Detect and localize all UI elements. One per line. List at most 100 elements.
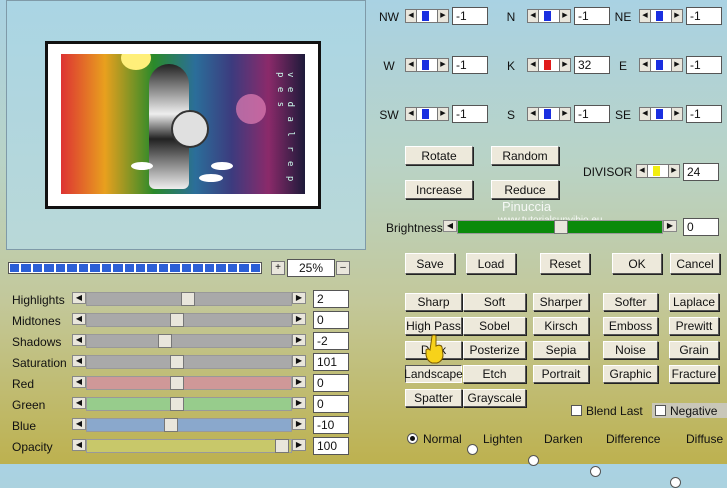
slider-thumb[interactable]: [170, 313, 184, 327]
adjust-value-field[interactable]: 101: [313, 353, 349, 371]
rotate-button[interactable]: Rotate: [405, 146, 473, 165]
arrow-left-icon[interactable]: ◀: [72, 418, 86, 430]
preset-button[interactable]: Sharper: [533, 293, 589, 311]
arrow-right-icon[interactable]: ▶: [437, 107, 449, 121]
kernel-slider[interactable]: ◀ ▶: [405, 9, 449, 23]
kernel-value-field[interactable]: -1: [452, 7, 488, 25]
kernel-value-field[interactable]: -1: [686, 56, 722, 74]
arrow-right-icon[interactable]: ▶: [559, 107, 571, 121]
adjust-value-field[interactable]: 0: [313, 395, 349, 413]
arrow-right-icon[interactable]: ▶: [292, 313, 306, 325]
kernel-value-field[interactable]: -1: [452, 56, 488, 74]
preset-button[interactable]: Soft: [463, 293, 526, 311]
arrow-left-icon[interactable]: ◀: [639, 107, 651, 121]
preset-button[interactable]: Kirsch: [533, 317, 589, 335]
adjust-track[interactable]: [86, 397, 292, 411]
arrow-left-icon[interactable]: ◀: [72, 355, 86, 367]
arrow-right-icon[interactable]: ▶: [292, 397, 306, 409]
arrow-right-icon[interactable]: ▶: [292, 418, 306, 430]
adjust-slider[interactable]: ◀ ▶: [72, 334, 306, 348]
adjust-track[interactable]: [86, 376, 292, 390]
arrow-left-icon[interactable]: ◀: [527, 58, 539, 72]
arrow-left-icon[interactable]: ◀: [72, 292, 86, 304]
kernel-value-field[interactable]: -1: [574, 105, 610, 123]
arrow-left-icon[interactable]: ◀: [636, 164, 648, 178]
adjust-value-field[interactable]: -10: [313, 416, 349, 434]
preset-button[interactable]: Spatter: [405, 389, 462, 407]
kernel-slider[interactable]: ◀ ▶: [639, 58, 683, 72]
brightness-track[interactable]: [457, 220, 663, 234]
adjust-value-field[interactable]: 0: [313, 374, 349, 392]
adjust-value-field[interactable]: -2: [313, 332, 349, 350]
kernel-slider[interactable]: ◀ ▶: [527, 107, 571, 121]
zoom-field[interactable]: 25%: [287, 259, 335, 277]
arrow-left-icon[interactable]: ◀: [72, 376, 86, 388]
reset-button[interactable]: Reset: [540, 253, 590, 274]
preset-button[interactable]: Laplace: [669, 293, 719, 311]
adjust-track[interactable]: [86, 418, 292, 432]
arrow-right-icon[interactable]: ▶: [292, 334, 306, 346]
preset-button[interactable]: Posterize: [463, 341, 526, 359]
kernel-slider[interactable]: ◀ ▶: [639, 9, 683, 23]
kernel-knob[interactable]: [422, 11, 429, 21]
kernel-value-field[interactable]: -1: [686, 105, 722, 123]
preset-button[interactable]: Grayscale: [463, 389, 526, 407]
slider-thumb[interactable]: [170, 397, 184, 411]
arrow-right-icon[interactable]: ▶: [437, 58, 449, 72]
arrow-right-icon[interactable]: ▶: [292, 376, 306, 388]
divisor-knob[interactable]: [653, 166, 660, 176]
adjust-slider[interactable]: ◀ ▶: [72, 292, 306, 306]
mode-radio[interactable]: [467, 444, 478, 455]
arrow-left-icon[interactable]: ◀: [639, 58, 651, 72]
arrow-left-icon[interactable]: ◀: [405, 107, 417, 121]
divisor-slider[interactable]: ◀ ▶: [636, 164, 680, 178]
arrow-left-icon[interactable]: ◀: [72, 439, 86, 451]
adjust-slider[interactable]: ◀ ▶: [72, 418, 306, 432]
preset-button[interactable]: Portrait: [533, 365, 589, 383]
adjust-track[interactable]: [86, 439, 292, 453]
load-button[interactable]: Load: [466, 253, 516, 274]
adjust-track[interactable]: [86, 334, 292, 348]
increase-button[interactable]: Increase: [405, 180, 473, 199]
slider-thumb[interactable]: [170, 376, 184, 390]
slider-thumb[interactable]: [554, 220, 568, 234]
adjust-value-field[interactable]: 100: [313, 437, 349, 455]
arrow-right-icon[interactable]: ▶: [559, 58, 571, 72]
ok-button[interactable]: OK: [612, 253, 662, 274]
arrow-right-icon[interactable]: ▶: [292, 439, 306, 451]
arrow-left-icon[interactable]: ◀: [527, 107, 539, 121]
arrow-left-icon[interactable]: ◀: [405, 9, 417, 23]
kernel-value-field[interactable]: 32: [574, 56, 610, 74]
preset-button[interactable]: Emboss: [603, 317, 658, 335]
random-button[interactable]: Random: [491, 146, 559, 165]
kernel-knob[interactable]: [544, 109, 551, 119]
preset-button[interactable]: Sepia: [533, 341, 589, 359]
negative-checkbox[interactable]: [655, 405, 666, 416]
kernel-slider[interactable]: ◀ ▶: [405, 107, 449, 121]
divisor-field[interactable]: 24: [683, 163, 719, 181]
kernel-slider[interactable]: ◀ ▶: [639, 107, 683, 121]
kernel-value-field[interactable]: -1: [452, 105, 488, 123]
preset-button[interactable]: Graphic: [603, 365, 658, 383]
adjust-slider[interactable]: ◀ ▶: [72, 439, 306, 453]
zoom-progress[interactable]: [8, 262, 262, 274]
arrow-right-icon[interactable]: ▶: [559, 9, 571, 23]
preset-button[interactable]: Noise: [603, 341, 658, 359]
preset-button[interactable]: Softer: [603, 293, 658, 311]
arrow-right-icon[interactable]: ▶: [671, 107, 683, 121]
kernel-knob[interactable]: [544, 11, 551, 21]
preset-button[interactable]: Grain: [669, 341, 719, 359]
kernel-slider[interactable]: ◀ ▶: [405, 58, 449, 72]
kernel-knob[interactable]: [656, 109, 663, 119]
kernel-knob[interactable]: [422, 60, 429, 70]
preset-button[interactable]: Sharp: [405, 293, 462, 311]
preset-button[interactable]: Sobel: [463, 317, 526, 335]
adjust-track[interactable]: [86, 292, 292, 306]
mode-radio[interactable]: [590, 466, 601, 477]
slider-thumb[interactable]: [181, 292, 195, 306]
blend-last-checkbox[interactable]: [571, 405, 582, 416]
arrow-left-icon[interactable]: ◀: [639, 9, 651, 23]
adjust-slider[interactable]: ◀ ▶: [72, 376, 306, 390]
preset-button[interactable]: Landscape: [404, 365, 463, 383]
arrow-right-icon[interactable]: ▶: [292, 292, 306, 304]
